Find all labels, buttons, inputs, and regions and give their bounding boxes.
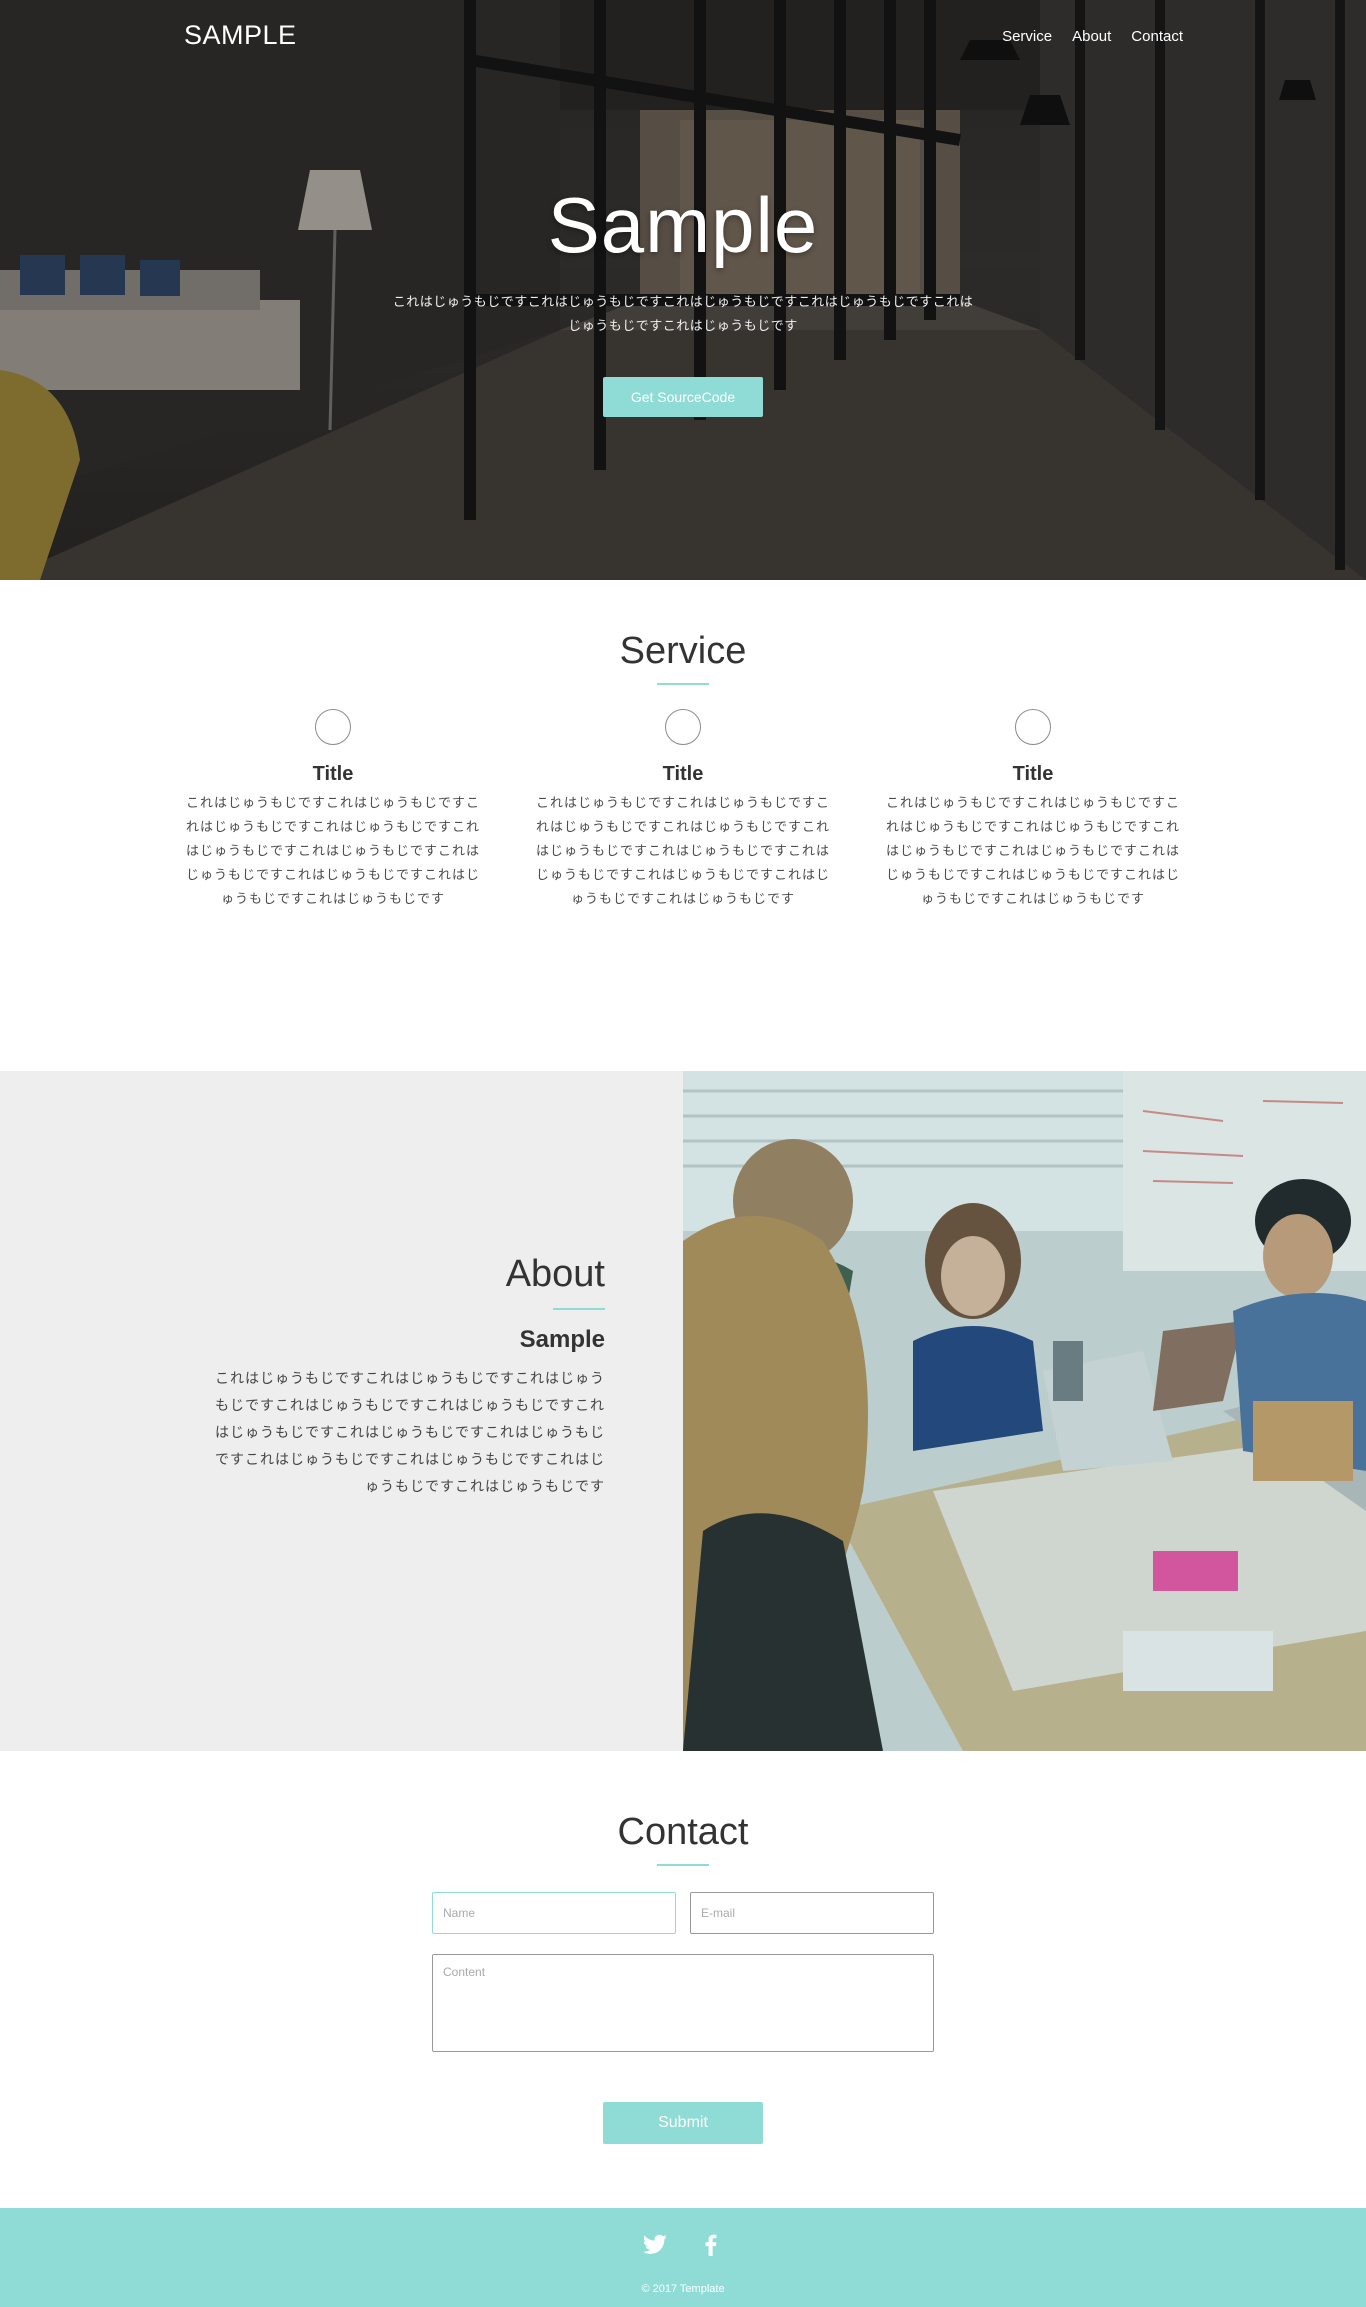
nav-links: Service About Contact [1002,28,1183,45]
team-meeting-photo [683,1071,1366,1751]
about-text: これはじゅうもじですこれはじゅうもじですこれはじゅうもじですこれはじゅうもじです… [215,1371,605,1495]
service-title: Service [619,630,747,672]
get-sourcecode-button[interactable]: Get SourceCode [603,377,763,417]
about-title: About [505,1253,605,1295]
twitter-icon[interactable] [642,2232,668,2258]
contact-section: Contact Submit [0,1751,1366,2208]
nav-link-about[interactable]: About [1072,28,1111,45]
service-title-underline [657,683,709,685]
email-field[interactable] [690,1892,934,1934]
hero-content: Sample これはじゅうもじですこれはじゅうもじですこれはじゅうもじですこれは… [0,180,1366,417]
service-item: Title これはじゅうもじですこれはじゅうもじですこれはじゅうもじですこれはじ… [883,709,1183,912]
site-logo[interactable]: SAMPLE [184,20,297,51]
circle-icon [1015,709,1051,745]
service-section: Service Title これはじゅうもじですこれはじゅうもじですこれはじゅう… [0,580,1366,1071]
nav-link-service[interactable]: Service [1002,28,1052,45]
service-columns: Title これはじゅうもじですこれはじゅうもじですこれはじゅうもじですこれはじ… [183,709,1183,912]
circle-icon [315,709,351,745]
top-navigation: SAMPLE Service About Contact [0,0,1366,74]
content-field[interactable] [432,1954,934,2052]
service-item-text: これはじゅうもじですこれはじゅうもじですこれはじゅうもじですこれはじゅうもじです… [885,796,1180,907]
about-text-panel: About Sample これはじゅうもじですこれはじゅうもじですこれはじゅうも… [0,1071,683,1751]
service-item: Title これはじゅうもじですこれはじゅうもじですこれはじゅうもじですこれはじ… [533,709,833,912]
service-item-title: Title [662,763,704,785]
name-field[interactable] [432,1892,676,1934]
submit-wrapper: Submit [432,2102,934,2144]
hero-description: これはじゅうもじですこれはじゅうもじですこれはじゅうもじですこれはじゅうもじです… [392,295,974,334]
about-content: About Sample これはじゅうもじですこれはじゅうもじですこれはじゅうも… [205,1253,605,1501]
social-icons [0,2232,1366,2258]
hero-section: SAMPLE Service About Contact Sample これはじ… [0,0,1366,580]
contact-title-underline [657,1864,709,1866]
about-title-underline [553,1308,605,1310]
nav-link-contact[interactable]: Contact [1131,28,1183,45]
footer: © 2017 Template [0,2208,1366,2307]
facebook-icon[interactable] [698,2232,724,2258]
form-row [432,1892,934,1934]
about-subtitle: Sample [519,1326,605,1353]
service-item: Title これはじゅうもじですこれはじゅうもじですこれはじゅうもじですこれはじ… [183,709,483,912]
submit-button[interactable]: Submit [603,2102,763,2144]
service-item-title: Title [312,763,354,785]
contact-title: Contact [617,1811,749,1853]
hero-title: Sample [547,181,819,269]
copyright-text: © 2017 Template [641,2283,725,2295]
about-section: About Sample これはじゅうもじですこれはじゅうもじですこれはじゅうも… [0,1071,1366,1751]
service-item-text: これはじゅうもじですこれはじゅうもじですこれはじゅうもじですこれはじゅうもじです… [185,796,480,907]
about-team-image [683,1071,1366,1751]
service-item-text: これはじゅうもじですこれはじゅうもじですこれはじゅうもじですこれはじゅうもじです… [535,796,830,907]
contact-form: Submit [432,1892,934,2144]
service-item-title: Title [1012,763,1054,785]
circle-icon [665,709,701,745]
